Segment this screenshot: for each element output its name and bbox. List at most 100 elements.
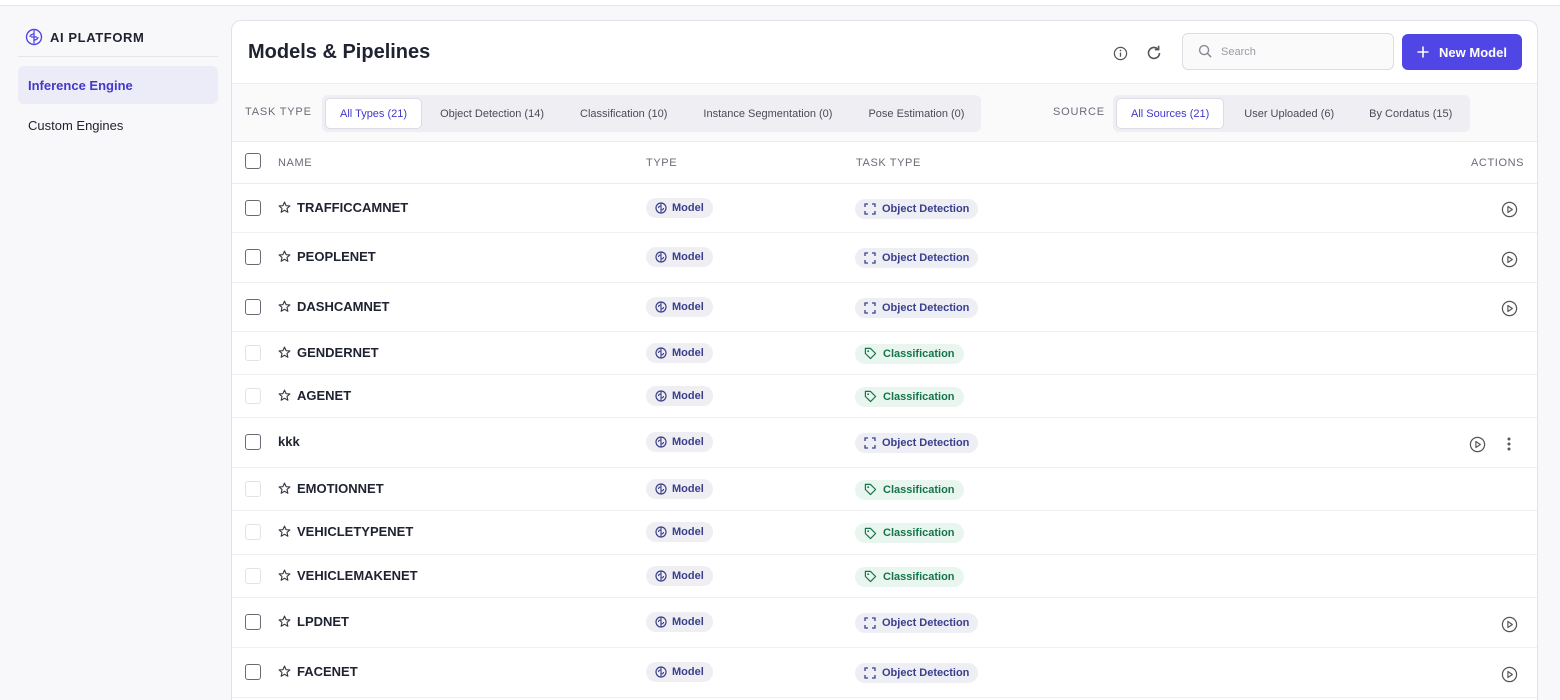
sidebar-item-custom-engines[interactable]: Custom Engines xyxy=(18,106,218,144)
favorite-star-icon[interactable] xyxy=(278,482,291,495)
task-type-badge: Object Detection xyxy=(855,663,979,683)
table-row[interactable]: kkk Model Object Detection xyxy=(232,418,1537,468)
sidebar-item-inference-engine[interactable]: Inference Engine xyxy=(18,66,218,104)
info-icon[interactable] xyxy=(1110,43,1130,63)
model-name[interactable]: TRAFFICCAMNET xyxy=(297,200,408,215)
type-badge: Model xyxy=(646,197,713,218)
type-badge-label: Model xyxy=(672,389,704,402)
task-type-label: Object Detection xyxy=(882,437,970,449)
table-header: NAME TYPE TASK TYPE ACTIONS xyxy=(232,142,1537,184)
refresh-icon[interactable] xyxy=(1144,43,1164,63)
row-checkbox[interactable] xyxy=(245,249,261,265)
type-badge-label: Model xyxy=(672,616,704,628)
type-badge-label: Model xyxy=(672,569,704,582)
table-row[interactable]: VEHICLEMAKENET Model Classification xyxy=(232,555,1537,598)
row-checkbox[interactable] xyxy=(245,524,261,540)
model-name[interactable]: EMOTIONNET xyxy=(297,481,384,496)
table-row[interactable]: TRAFFICCAMNET Model Object Detection xyxy=(232,184,1537,233)
table-row[interactable]: EMOTIONNET Model Classification xyxy=(232,468,1537,511)
run-play-icon[interactable] xyxy=(1500,250,1518,268)
row-checkbox[interactable] xyxy=(245,664,261,680)
filter-task-classification[interactable]: Classification (10) xyxy=(562,98,685,129)
task-type-badge: Object Detection xyxy=(855,248,979,268)
run-play-icon[interactable] xyxy=(1500,615,1518,633)
table-row[interactable]: LPDNET Model Object Detection xyxy=(232,598,1537,648)
model-icon xyxy=(655,251,667,263)
model-icon xyxy=(655,526,667,538)
detection-frame-icon xyxy=(864,617,876,629)
task-type-label: Classification xyxy=(883,347,955,360)
type-badge: Model xyxy=(646,612,713,632)
favorite-star-icon[interactable] xyxy=(278,615,291,628)
model-name[interactable]: FACENET xyxy=(297,664,358,679)
favorite-star-icon[interactable] xyxy=(278,250,291,263)
type-badge-label: Model xyxy=(672,482,704,495)
row-checkbox[interactable] xyxy=(245,387,261,404)
filter-source-all[interactable]: All Sources (21) xyxy=(1116,98,1225,129)
row-checkbox[interactable] xyxy=(245,298,261,315)
type-badge-label: Model xyxy=(672,526,704,538)
model-name[interactable]: PEOPLENET xyxy=(297,249,376,264)
detection-frame-icon xyxy=(864,252,876,264)
tag-icon xyxy=(864,390,877,403)
model-icon xyxy=(655,389,667,402)
task-type-label: Object Detection xyxy=(882,202,970,215)
favorite-star-icon[interactable] xyxy=(278,300,291,313)
favorite-star-icon[interactable] xyxy=(278,569,291,582)
more-options-icon[interactable] xyxy=(1500,435,1518,453)
filter-task-pose-estimation[interactable]: Pose Estimation (0) xyxy=(850,98,978,129)
favorite-star-icon[interactable] xyxy=(278,665,291,678)
row-checkbox[interactable] xyxy=(245,567,261,584)
task-type-label: Classification xyxy=(883,483,955,496)
run-play-icon[interactable] xyxy=(1500,665,1518,683)
brand: AI PLATFORM xyxy=(25,28,144,46)
run-play-icon[interactable] xyxy=(1500,300,1518,318)
row-checkbox[interactable] xyxy=(245,344,261,361)
model-icon xyxy=(655,436,667,448)
task-type-badge: Classification xyxy=(855,479,964,500)
row-checkbox[interactable] xyxy=(245,199,261,216)
new-model-label: New Model xyxy=(1439,44,1507,60)
type-badge-label: Model xyxy=(672,436,704,448)
table-row[interactable]: PEOPLENET Model Object Detection xyxy=(232,233,1537,283)
filter-source-user-uploaded[interactable]: User Uploaded (6) xyxy=(1224,98,1354,129)
table-row[interactable]: GENDERNET Model Classification xyxy=(232,332,1537,375)
model-name[interactable]: kkk xyxy=(278,434,300,449)
filter-task-object-detection[interactable]: Object Detection (14) xyxy=(422,98,562,129)
run-play-icon[interactable] xyxy=(1500,201,1518,219)
search-input[interactable] xyxy=(1221,45,1371,58)
tag-icon xyxy=(864,570,877,583)
row-checkbox[interactable] xyxy=(245,480,261,497)
new-model-button[interactable]: New Model xyxy=(1402,34,1522,70)
model-icon xyxy=(655,569,667,582)
task-type-badge: Object Detection xyxy=(855,198,979,219)
model-name[interactable]: DASHCAMNET xyxy=(297,299,389,314)
table-row[interactable]: FACENET Model Object Detection xyxy=(232,648,1537,698)
favorite-star-icon[interactable] xyxy=(278,201,291,214)
select-all-checkbox[interactable] xyxy=(245,153,261,169)
run-play-icon[interactable] xyxy=(1468,435,1486,453)
row-checkbox[interactable] xyxy=(245,614,261,630)
task-type-label: Classification xyxy=(883,390,955,403)
task-type-label: Object Detection xyxy=(882,252,970,264)
search-box xyxy=(1182,33,1394,70)
model-name[interactable]: VEHICLETYPENET xyxy=(297,524,413,539)
favorite-star-icon[interactable] xyxy=(278,346,291,359)
model-name[interactable]: VEHICLEMAKENET xyxy=(297,568,418,583)
filter-bar: TASK TYPE All Types (21) Object Detectio… xyxy=(232,83,1537,142)
filter-task-all[interactable]: All Types (21) xyxy=(325,98,423,129)
row-checkbox[interactable] xyxy=(245,434,261,450)
filter-task-instance-segmentation[interactable]: Instance Segmentation (0) xyxy=(685,98,850,129)
task-type-badge: Classification xyxy=(855,523,964,543)
model-name[interactable]: GENDERNET xyxy=(297,345,379,360)
filter-source-by-cordatus[interactable]: By Cordatus (15) xyxy=(1354,98,1467,129)
model-name[interactable]: LPDNET xyxy=(297,614,349,629)
table-row[interactable]: AGENET Model Classification xyxy=(232,375,1537,418)
table-row[interactable]: VEHICLETYPENET Model Classification xyxy=(232,511,1537,555)
favorite-star-icon[interactable] xyxy=(278,525,291,538)
table-row[interactable]: DASHCAMNET Model Object Detection xyxy=(232,283,1537,332)
sidebar-item-label: Custom Engines xyxy=(28,117,124,133)
favorite-star-icon[interactable] xyxy=(278,389,291,402)
model-name[interactable]: AGENET xyxy=(297,388,351,403)
task-type-badge: Object Detection xyxy=(855,613,979,633)
